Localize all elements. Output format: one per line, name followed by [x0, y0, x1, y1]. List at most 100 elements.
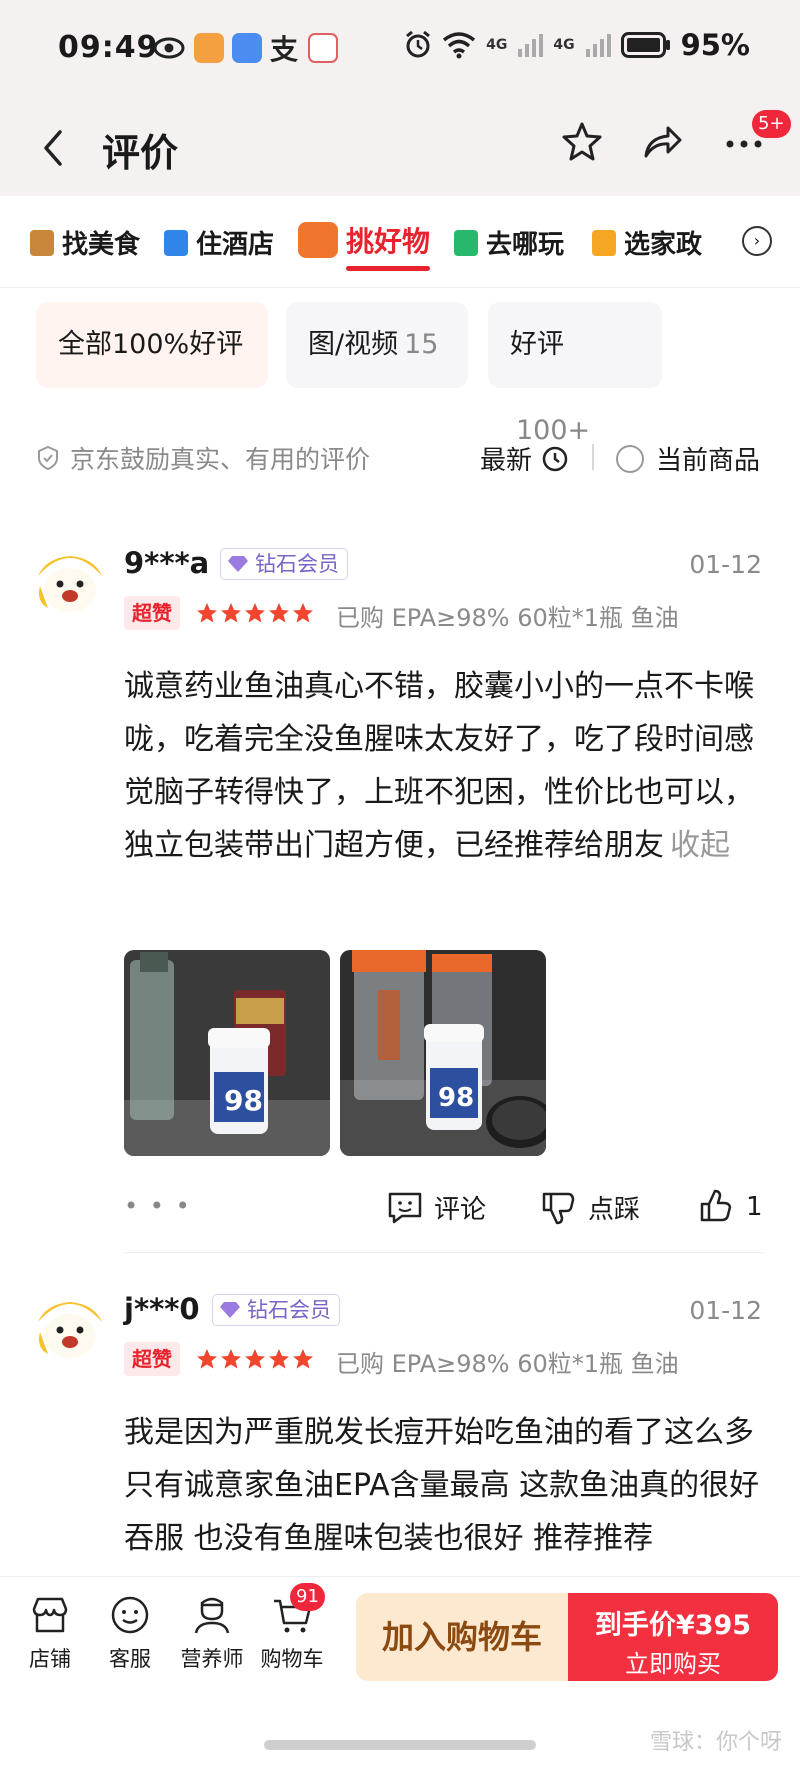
shopping-bag-icon [298, 222, 338, 258]
signal-icon-2 [585, 34, 611, 57]
hotel-icon [164, 229, 188, 256]
review-text: 诚意药业鱼油真心不错，胶囊小小的一点不卡喉咙，吃着完全没鱼腥味太友好了，吃了段时… [124, 660, 764, 872]
category-label: 住酒店 [196, 230, 275, 260]
alarm-icon [406, 30, 431, 58]
dislike-label: 点踩 [588, 1194, 641, 1225]
tab-label: 购物车 [260, 1647, 324, 1671]
mountain-icon [454, 229, 478, 256]
star-icon [293, 1349, 313, 1369]
more-dots-icon[interactable]: • • • [124, 1192, 192, 1220]
category-nav: 找美食 住酒店 挑好物 去哪玩 选家政 › [0, 196, 800, 288]
review-photo[interactable]: 98 [124, 950, 330, 1156]
final-price: 到手价¥395 [594, 1610, 752, 1641]
rating-tag: 超赞 [124, 1342, 180, 1376]
dislike-button[interactable]: 点踩 [540, 1188, 640, 1226]
shield-icon [38, 445, 58, 471]
app-header: 评价 5+ [0, 100, 800, 196]
like-count: 1 [746, 1192, 763, 1222]
calendar-icon [308, 33, 338, 63]
filter-media[interactable]: 图/视频 15 [286, 302, 468, 388]
rating-tag: 超赞 [124, 596, 180, 630]
category-hotel[interactable]: 住酒店 [164, 224, 274, 261]
encourage-notice: 京东鼓励真实、有用的评价 [36, 440, 370, 476]
star-icon [221, 1349, 241, 1369]
status-bar: 09:49 支 4G 4G 95% [0, 0, 800, 100]
customer-service-icon [111, 1596, 149, 1634]
buy-now-label: 立即购买 [625, 1650, 721, 1678]
filter-positive[interactable]: 好评100+ [488, 302, 662, 446]
buy-now-button[interactable]: 到手价¥395 立即购买 [568, 1593, 778, 1681]
star-icon [197, 1349, 217, 1369]
heart-app-icon [194, 33, 224, 63]
tab-service[interactable]: 客服 [90, 1593, 170, 1673]
comment-label: 评论 [434, 1194, 487, 1225]
username: 9***a [124, 546, 210, 580]
tab-store[interactable]: 店铺 [10, 1593, 90, 1673]
like-button[interactable]: 1 [698, 1188, 763, 1226]
review-date: 01-12 [689, 550, 762, 579]
active-tab-indicator [346, 266, 430, 271]
category-label: 找美食 [62, 230, 141, 260]
category-housekeeping[interactable]: 选家政 [592, 224, 702, 261]
watermark: 雪球：你个呀 [649, 1730, 782, 1755]
filter-label: 好评 [510, 329, 564, 360]
filter-count: 15 [404, 329, 439, 360]
battery-percent: 95% [680, 28, 750, 62]
chevron-right-icon[interactable]: › [742, 226, 772, 256]
thumbs-up-icon [700, 1189, 732, 1222]
favorite-star-icon[interactable] [560, 120, 604, 164]
star-icon [293, 603, 313, 623]
review-text: 我是因为严重脱发长痘开始吃鱼油的看了这么多 只有诚意家鱼油EPA含量最高 这款鱼… [124, 1406, 764, 1565]
more-badge: 5+ [752, 110, 791, 138]
tab-label: 营养师 [180, 1647, 244, 1671]
comment-icon [388, 1192, 422, 1224]
sort-label: 最新 [480, 446, 533, 476]
review-body: 我是因为严重脱发长痘开始吃鱼油的看了这么多 只有诚意家鱼油EPA含量最高 这款鱼… [124, 1415, 760, 1556]
battery-icon [620, 32, 670, 58]
tab-nutritionist[interactable]: 营养师 [172, 1593, 252, 1673]
member-label: 钻石会员 [247, 1298, 331, 1322]
star-icon [245, 1349, 265, 1369]
cart-badge: 91 [290, 1583, 325, 1611]
avatar[interactable] [34, 546, 106, 618]
comment-button[interactable]: 评论 [386, 1188, 486, 1226]
current-item-filter[interactable]: 当前商品 [616, 440, 760, 477]
share-icon[interactable] [640, 120, 684, 164]
star-icon [197, 603, 217, 623]
avatar[interactable] [34, 1292, 106, 1364]
purchased-spec: 已购 EPA≥98% 60粒*1瓶 鱼油 [336, 1350, 679, 1378]
nutritionist-icon [194, 1597, 230, 1634]
sort-latest-button[interactable]: 最新 [480, 440, 568, 477]
review-photo[interactable]: 98 [340, 950, 546, 1156]
food-icon [30, 229, 54, 256]
add-to-cart-button[interactable]: 加入购物车 [356, 1593, 568, 1681]
username: j***0 [124, 1292, 200, 1326]
collapse-link[interactable]: 收起 [670, 828, 730, 863]
filter-label: 全部 [58, 329, 112, 360]
bottom-action-bar: 店铺 客服 营养师 购物车 91 加入购物车 到手价¥395 立即购买 [0, 1576, 800, 1692]
svg-text:98: 98 [438, 1083, 474, 1113]
category-food[interactable]: 找美食 [30, 224, 140, 261]
rating-stars [196, 602, 314, 624]
category-travel[interactable]: 去哪玩 [454, 224, 564, 261]
star-icon [269, 603, 289, 623]
star-icon [221, 603, 241, 623]
house-icon [592, 229, 616, 256]
page-title: 评价 [102, 131, 179, 175]
category-goods[interactable]: 挑好物 [298, 220, 430, 260]
store-icon [32, 1597, 68, 1633]
diamond-icon [228, 556, 248, 572]
thumbs-down-icon [542, 1192, 575, 1225]
radio-icon[interactable] [616, 444, 644, 473]
back-icon[interactable] [34, 124, 74, 172]
current-item-label: 当前商品 [656, 446, 761, 476]
purchased-spec: 已购 EPA≥98% 60粒*1瓶 鱼油 [336, 604, 679, 632]
diamond-icon [220, 1302, 240, 1318]
filter-all[interactable]: 全部100%好评 [36, 302, 268, 388]
filter-label: 图/视频 [308, 329, 399, 360]
signal-icon [518, 34, 544, 57]
member-label: 钻石会员 [255, 552, 339, 576]
network-type-2: 4G [553, 37, 575, 53]
home-indicator[interactable] [264, 1740, 536, 1750]
tab-label: 客服 [109, 1647, 151, 1671]
